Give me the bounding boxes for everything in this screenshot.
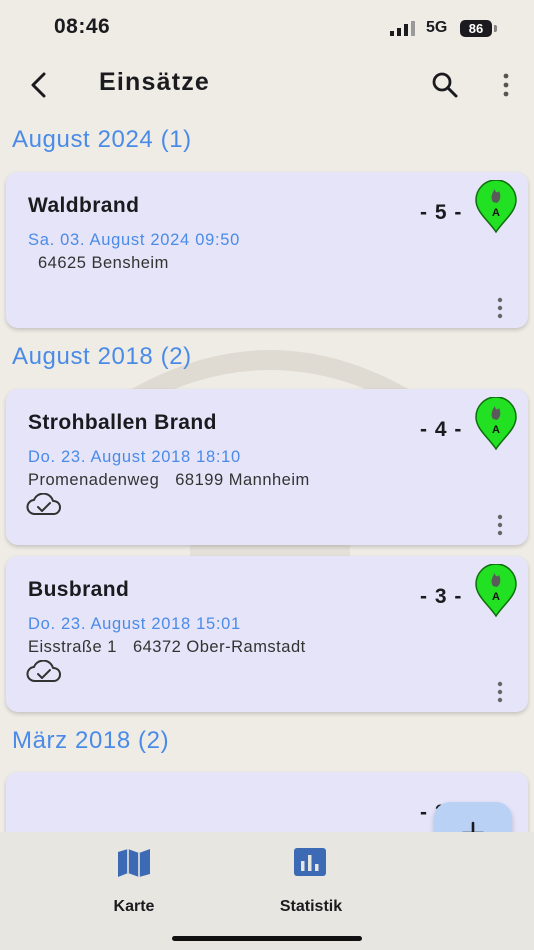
- incident-address: 64625 Bensheim: [38, 254, 169, 273]
- section-header: August 2018 (2): [12, 343, 192, 370]
- home-indicator: [172, 936, 362, 941]
- bottom-navigation: Karte Statistik: [0, 832, 534, 950]
- nav-item-statistics[interactable]: Statistik: [246, 846, 376, 915]
- status-bar: 08:46 5G 86: [0, 0, 534, 58]
- incident-number: - 3 -: [420, 585, 463, 608]
- card-more-icon[interactable]: [490, 680, 510, 704]
- fire-pin-icon: A: [475, 564, 517, 618]
- more-vert-icon[interactable]: [494, 70, 518, 100]
- search-icon[interactable]: [430, 70, 460, 100]
- cloud-check-icon: [26, 660, 61, 682]
- fire-pin-icon: A: [475, 397, 517, 451]
- battery-indicator: 86: [460, 20, 492, 37]
- incident-address: Eisstraße 1 64372 Ober-Ramstadt: [28, 638, 306, 657]
- incident-card[interactable]: Strohballen Brand - 4 - A Do. 23. August…: [6, 389, 528, 545]
- section-header: August 2024 (1): [12, 126, 192, 153]
- incident-city: 64625 Bensheim: [38, 254, 169, 272]
- back-arrow-icon[interactable]: [24, 70, 54, 100]
- app-bar: Einsätze: [0, 58, 534, 114]
- incident-title: Waldbrand: [28, 194, 140, 217]
- incident-list[interactable]: August 2024 (1) Waldbrand - 5 - A Sa. 03…: [0, 114, 534, 832]
- incident-date: Do. 23. August 2018 15:01: [28, 615, 241, 633]
- incident-card[interactable]: Waldbrand - 5 - A Sa. 03. August 2024 09…: [6, 172, 528, 328]
- incident-number: - 5 -: [420, 201, 463, 224]
- incident-city: 68199 Mannheim: [175, 471, 310, 489]
- nav-label-map: Karte: [113, 898, 155, 915]
- fire-pin-icon: A: [475, 180, 517, 234]
- nav-label-statistics: Statistik: [279, 898, 343, 915]
- battery-tip: [494, 25, 497, 32]
- incident-title: Busbrand: [28, 578, 130, 601]
- network-type: 5G: [426, 19, 448, 36]
- incident-card[interactable]: Busbrand - 3 - A Do. 23. August 2018 15:…: [6, 556, 528, 712]
- cloud-check-icon: [26, 493, 61, 515]
- card-more-icon[interactable]: [490, 513, 510, 537]
- incident-address: Promenadenweg 68199 Mannheim: [28, 471, 310, 490]
- incident-number: - 4 -: [420, 418, 463, 441]
- svg-text:A: A: [492, 424, 500, 436]
- incident-city: 64372 Ober-Ramstadt: [132, 638, 306, 656]
- bar-chart-icon: [294, 848, 326, 876]
- section-header: März 2018 (2): [12, 727, 170, 754]
- incident-date: Do. 23. August 2018 18:10: [28, 448, 241, 466]
- svg-text:A: A: [492, 591, 500, 603]
- incident-date: Sa. 03. August 2024 09:50: [28, 231, 240, 249]
- status-time: 08:46: [54, 15, 111, 38]
- signal-icon: [390, 21, 415, 36]
- page-title: Einsätze: [99, 68, 211, 96]
- map-icon: [118, 849, 150, 877]
- incident-street: Promenadenweg: [28, 471, 160, 489]
- incident-title: Strohballen Brand: [28, 411, 217, 434]
- svg-text:A: A: [492, 207, 500, 219]
- incident-street: Eisstraße 1: [28, 638, 117, 656]
- card-more-icon[interactable]: [490, 296, 510, 320]
- nav-item-map[interactable]: Karte: [69, 846, 199, 915]
